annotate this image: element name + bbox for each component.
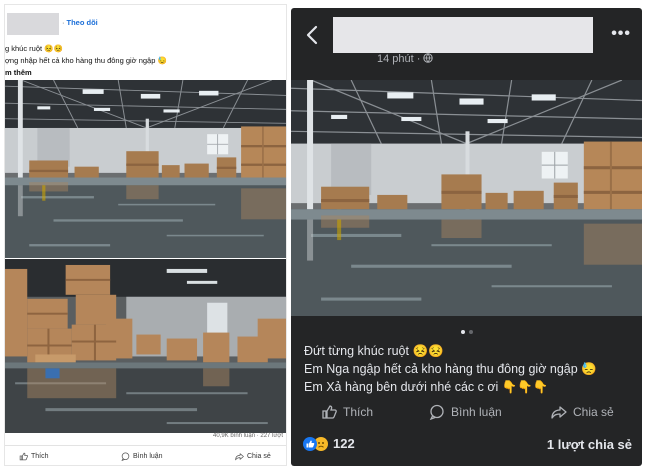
left-share-button[interactable]: Chia sẻ — [235, 452, 271, 461]
carousel-dot[interactable] — [468, 330, 473, 334]
redacted-name-block — [7, 13, 59, 35]
reaction-count: 122 — [333, 436, 355, 451]
comment-bubble-icon — [429, 404, 444, 420]
left-share-label: Chia sẻ — [247, 453, 271, 460]
share-arrow-icon — [235, 453, 244, 461]
comment-label: Bình luận — [451, 405, 502, 419]
right-post-dark: ••• 14 phút · Đứt từng khúc ruột 😣😣 Em N… — [291, 8, 642, 466]
caption-line2: Em Nga ngập hết cả kho hàng thu đông giờ… — [304, 362, 597, 376]
flooded-warehouse-photo-main[interactable] — [291, 80, 642, 316]
left-action-bar: Thích Bình luận Chia sẻ — [5, 445, 286, 465]
globe-icon — [423, 53, 434, 63]
more-dots-icon[interactable]: ••• — [611, 25, 631, 43]
left-like-button[interactable]: Thích — [19, 452, 49, 461]
left-caption-line2: ợng nhập hết cả kho hàng thu đông giờ ng… — [5, 56, 167, 65]
left-post-light: · Theo dõi g khúc ruột 😣😣 ợng nhập hết cả… — [4, 4, 287, 466]
post-time-label: 14 phút · — [377, 53, 421, 65]
like-button[interactable]: Thích — [321, 404, 373, 420]
flooded-warehouse-photo-2[interactable] — [5, 259, 287, 433]
post-time: 14 phút · — [377, 53, 434, 65]
follow-label: Theo dõi — [66, 18, 98, 27]
share-label: Chia sẻ — [573, 405, 614, 419]
reaction-summary[interactable]: 122 — [303, 436, 355, 451]
caption-line1: Đứt từng khúc ruột 😣😣 — [304, 344, 444, 358]
share-arrow-icon — [551, 406, 567, 419]
comment-bubble-icon — [121, 452, 130, 461]
like-thumb-icon — [19, 452, 28, 461]
post-stats[interactable]: 40,9K bình luận · 227 lượt — [213, 433, 283, 439]
carousel-dots — [291, 321, 642, 339]
left-comment-button[interactable]: Bình luận — [121, 452, 163, 461]
left-like-label: Thích — [31, 453, 49, 460]
right-action-bar: Thích Bình luận Chia sẻ — [291, 396, 642, 424]
redacted-name-block — [333, 17, 593, 53]
back-chevron-icon[interactable] — [305, 24, 321, 46]
screenshot-collage: · Theo dõi g khúc ruột 😣😣 ợng nhập hết cả… — [0, 0, 650, 472]
left-comment-label: Bình luận — [133, 453, 163, 460]
flooded-warehouse-photo-1[interactable] — [5, 80, 287, 258]
carousel-dot-active[interactable] — [460, 330, 465, 334]
see-more-link[interactable]: m thêm — [5, 68, 32, 77]
like-label: Thích — [343, 405, 374, 419]
left-post-header: · Theo dõi — [5, 5, 286, 43]
comment-button[interactable]: Bình luận — [429, 404, 502, 420]
like-reaction-icon — [303, 436, 317, 451]
follow-link[interactable]: · Theo dõi — [62, 18, 98, 27]
like-thumb-icon — [322, 405, 337, 419]
share-button[interactable]: Chia sẻ — [551, 404, 614, 420]
left-caption-line1: g khúc ruột 😣😣 — [5, 44, 63, 53]
caption-line3: Em Xả hàng bên dưới nhé các c ơi 👇👇👇 — [304, 380, 549, 394]
share-count[interactable]: 1 lượt chia sẻ — [547, 437, 632, 452]
